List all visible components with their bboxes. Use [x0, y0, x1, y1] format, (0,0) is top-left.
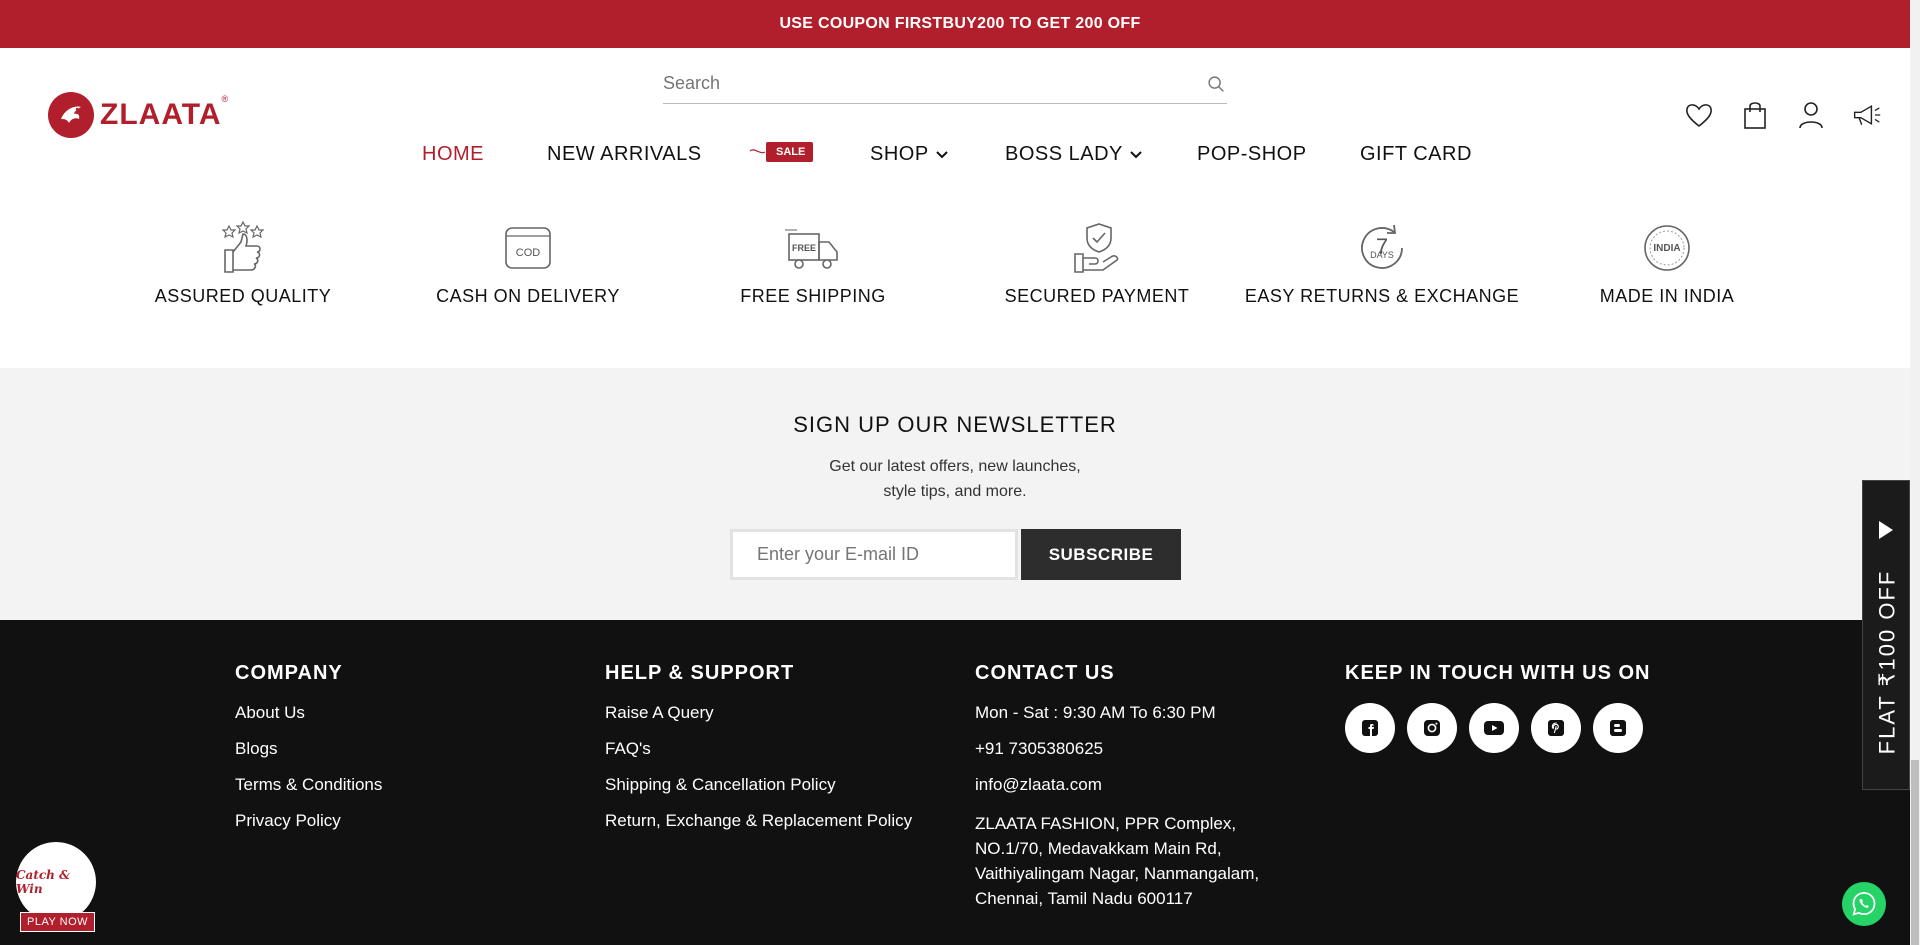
feature-label: FREE SHIPPING: [740, 286, 886, 306]
footer-link-about-us[interactable]: About Us: [235, 703, 382, 723]
feature-label: SECURED PAYMENT: [1004, 286, 1190, 306]
feature-assured-quality: ASSURED QUALITY: [93, 220, 393, 307]
main-nav: HOME NEW ARRIVALS SALE SHOP BOSS LADY PO…: [0, 134, 1920, 174]
thumbs-up-stars-icon: [221, 220, 265, 273]
header-actions: [1684, 100, 1882, 130]
newsletter-subtitle: Get our latest offers, new launches, sty…: [829, 458, 1081, 500]
pinterest-icon[interactable]: [1531, 703, 1581, 753]
footer-heading: COMPANY: [235, 662, 343, 684]
play-now-button[interactable]: PLAY NOW: [20, 912, 96, 932]
feature-label: EASY RETURNS & EXCHANGE: [1244, 286, 1520, 306]
footer-link-raise-query[interactable]: Raise A Query: [605, 703, 912, 723]
email-field[interactable]: [730, 529, 1018, 580]
newsletter-section: SIGN UP OUR NEWSLETTER Get our latest of…: [0, 368, 1920, 620]
footer-company: COMPANY About Us Blogs Terms & Condition…: [235, 662, 382, 847]
logo[interactable]: ZLAATA ®: [48, 92, 228, 138]
svg-text:DAYS: DAYS: [1370, 250, 1394, 260]
youtube-icon[interactable]: [1469, 703, 1519, 753]
footer-link-returns[interactable]: Return, Exchange & Replacement Policy: [605, 811, 912, 831]
contact-phone[interactable]: +91 7305380625: [975, 739, 1305, 759]
flat-offer-text: FLAT ₹100 OFF: [1874, 569, 1899, 755]
feature-made-in-india: INDIA MADE IN INDIA: [1517, 220, 1817, 307]
site-footer: COMPANY About Us Blogs Terms & Condition…: [0, 620, 1920, 945]
footer-link-shipping[interactable]: Shipping & Cancellation Policy: [605, 775, 912, 795]
footer-heading: KEEP IN TOUCH WITH US ON: [1345, 662, 1651, 684]
feature-label: MADE IN INDIA: [1599, 286, 1735, 306]
sale-badge: SALE: [766, 142, 814, 162]
svg-text:INDIA: INDIA: [1653, 243, 1680, 254]
logo-bird-icon: [48, 92, 94, 138]
svg-text:COD: COD: [516, 247, 541, 259]
contact-hours: Mon - Sat : 9:30 AM To 6:30 PM: [975, 703, 1216, 722]
whatsapp-icon[interactable]: [1842, 882, 1886, 926]
nav-shop[interactable]: SHOP: [870, 134, 949, 174]
site-header: ZLAATA ® HOME NEW ARRIVALS SALE SHOP BOS…: [0, 48, 1920, 180]
catch-win-badge[interactable]: Catch & Win: [16, 842, 96, 922]
newsletter-form: SUBSCRIBE: [730, 529, 1181, 580]
catch-win-text: Catch & Win: [16, 868, 70, 896]
footer-link-faqs[interactable]: FAQ's: [605, 739, 912, 759]
nav-pop-shop[interactable]: POP-SHOP: [1197, 134, 1307, 174]
logo-text: ZLAATA: [100, 98, 222, 131]
facebook-icon[interactable]: [1345, 703, 1395, 753]
footer-help: HELP & SUPPORT Raise A Query FAQ's Shipp…: [605, 662, 912, 847]
chevron-down-icon: [935, 151, 948, 159]
footer-social: KEEP IN TOUCH WITH US ON: [1345, 662, 1665, 753]
nav-new-arrivals[interactable]: NEW ARRIVALS: [547, 134, 702, 174]
footer-heading: HELP & SUPPORT: [605, 662, 795, 684]
feature-easy-returns: 7 DAYS EASY RETURNS & EXCHANGE: [1232, 220, 1532, 307]
svg-text:FREE: FREE: [792, 243, 816, 253]
footer-link-terms[interactable]: Terms & Conditions: [235, 775, 382, 795]
account-icon[interactable]: [1796, 100, 1826, 130]
instagram-icon[interactable]: [1407, 703, 1457, 753]
wishlist-heart-icon[interactable]: [1684, 100, 1714, 130]
feature-label: ASSURED QUALITY: [154, 286, 332, 306]
nav-gift-card[interactable]: GIFT CARD: [1360, 134, 1472, 174]
delivery-truck-icon: FREE: [785, 229, 838, 269]
announcement-megaphone-icon[interactable]: [1852, 100, 1882, 130]
footer-contact: CONTACT US Mon - Sat : 9:30 AM To 6:30 P…: [975, 662, 1305, 911]
made-in-india-seal-icon: INDIA: [1644, 225, 1690, 271]
nav-sale[interactable]: SALE: [748, 142, 814, 162]
seven-days-return-icon: 7DAYS: [1361, 224, 1403, 269]
nav-boss-lady[interactable]: BOSS LADY: [1005, 134, 1143, 174]
flat-offer-tab[interactable]: FLAT ₹100 OFF: [1862, 480, 1910, 790]
search-bar: [663, 64, 1227, 104]
feature-secured-payment: SECURED PAYMENT: [947, 220, 1247, 307]
features-strip: ASSURED QUALITY COD CASH ON DELIVERY FRE…: [0, 210, 1920, 370]
feature-free-shipping: FREE FREE SHIPPING: [663, 220, 963, 307]
scrollbar-thumb[interactable]: [1911, 760, 1919, 945]
search-icon[interactable]: [1205, 73, 1227, 95]
shopping-bag-icon[interactable]: [1740, 100, 1770, 130]
footer-link-privacy[interactable]: Privacy Policy: [235, 811, 382, 831]
cod-icon: COD: [505, 227, 551, 269]
feature-label: CASH ON DELIVERY: [436, 286, 620, 306]
search-input[interactable]: [663, 73, 1205, 94]
contact-address: ZLAATA FASHION, PPR Complex, NO.1/70, Me…: [975, 814, 1260, 908]
footer-heading: CONTACT US: [975, 662, 1115, 684]
registered-mark: ®: [221, 94, 229, 104]
secure-hand-shield-icon: [1074, 223, 1119, 273]
footer-link-blogs[interactable]: Blogs: [235, 739, 382, 759]
tag-string-icon: [749, 149, 766, 154]
announcement-text: USE COUPON FIRSTBUY200 TO GET 200 OFF: [779, 15, 1141, 32]
feature-cash-on-delivery: COD CASH ON DELIVERY: [378, 220, 678, 307]
subscribe-button[interactable]: SUBSCRIBE: [1021, 529, 1181, 580]
blogger-icon[interactable]: [1593, 703, 1643, 753]
newsletter-title: SIGN UP OUR NEWSLETTER: [793, 412, 1117, 437]
nav-home[interactable]: HOME: [422, 134, 484, 174]
announcement-bar: USE COUPON FIRSTBUY200 TO GET 200 OFF: [0, 0, 1920, 48]
social-links: [1345, 703, 1665, 753]
chevron-down-icon: [1130, 151, 1142, 159]
contact-email[interactable]: info@zlaata.com: [975, 775, 1305, 795]
